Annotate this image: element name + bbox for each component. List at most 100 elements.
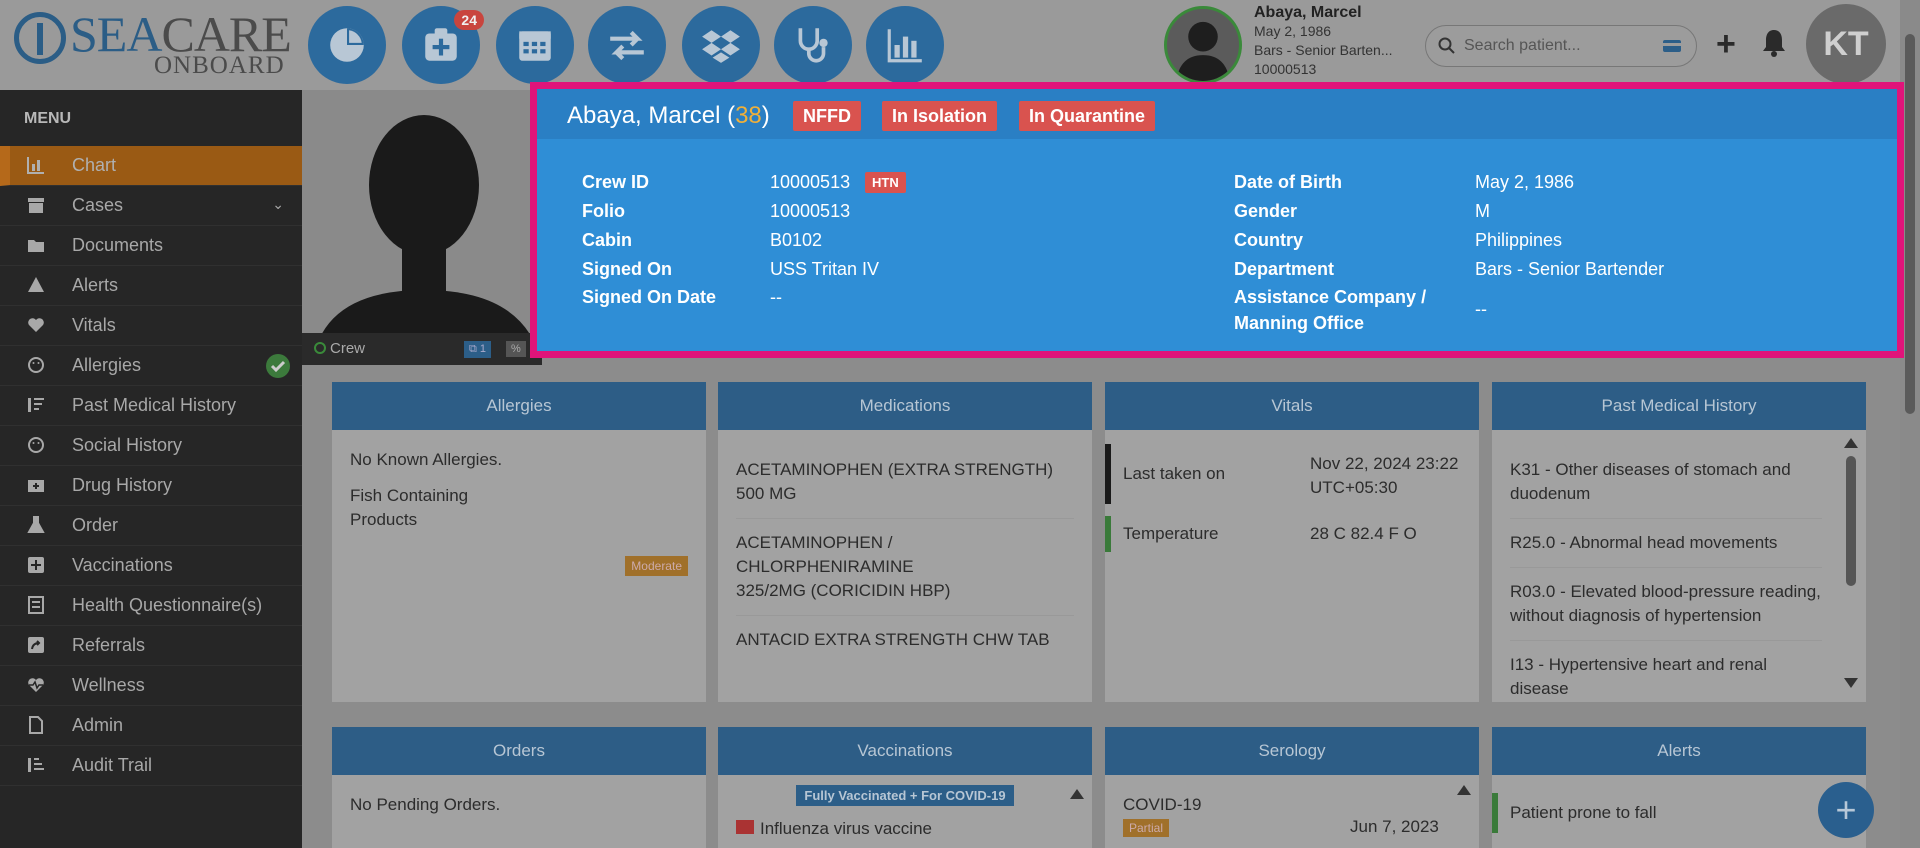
allergy-item[interactable]: Fish Containing Products (350, 484, 688, 532)
vaccine-item[interactable]: Influenza virus vaccine (736, 819, 1092, 839)
sidebar-item-audit-trail[interactable]: Audit Trail (0, 746, 302, 786)
serology-title[interactable]: Serology (1105, 727, 1479, 775)
medication-item[interactable]: ACETAMINOPHEN / CHLORPHENIRAMINE 325/2MG … (736, 519, 1074, 616)
sidebar-item-vitals[interactable]: Vitals (0, 306, 302, 346)
warning-icon (28, 277, 44, 292)
dropbox-button[interactable] (682, 6, 760, 84)
bell-icon[interactable] (1760, 28, 1788, 58)
sidebar-item-documents[interactable]: Documents (0, 226, 302, 266)
medication-item[interactable]: ACETAMINOPHEN (EXTRA STRENGTH) 500 MG (736, 458, 1074, 519)
card-scan-icon[interactable] (1662, 38, 1682, 54)
patient-avatar[interactable] (1164, 6, 1242, 84)
sidebar-item-label: Social History (72, 435, 183, 455)
sidebar-item-label: Health Questionnaire(s) (72, 595, 263, 615)
clinical-button[interactable] (774, 6, 852, 84)
alerts-title[interactable]: Alerts (1492, 727, 1866, 775)
sidebar-item-referrals[interactable]: Referrals (0, 626, 302, 666)
scroll-down-icon[interactable] (1844, 678, 1858, 688)
scrollbar-thumb[interactable] (1905, 34, 1915, 414)
signed-on-label: Signed On (582, 259, 672, 279)
patient-info[interactable]: Abaya, Marcel May 2, 1986 Bars - Senior … (1254, 3, 1414, 79)
chevron-down-icon[interactable]: ⌄ (272, 196, 284, 213)
transfer-button[interactable] (588, 6, 666, 84)
sidebar-item-label: Vaccinations (72, 555, 173, 575)
transfer-arrows-icon (610, 30, 644, 61)
seacare-logo[interactable]: SEACARE ONBOARD (14, 8, 294, 80)
vaccinations-title[interactable]: Vaccinations (718, 727, 1092, 775)
scroll-up-icon[interactable] (1457, 785, 1471, 795)
last-taken-value: Nov 22, 2024 23:22 UTC+05:30 (1310, 454, 1459, 497)
serology-date: Jun 7, 2023 (1350, 817, 1439, 836)
smiley-icon (28, 437, 44, 453)
sidebar-item-allergies[interactable]: Allergies (0, 346, 302, 386)
scrollbar-thumb[interactable] (1846, 456, 1856, 586)
allergies-title[interactable]: Allergies (332, 382, 706, 430)
add-floating-button[interactable]: + (1818, 782, 1874, 838)
pmh-scrollbar[interactable] (1844, 438, 1858, 688)
isolation-tag: In Isolation (882, 101, 998, 131)
pmh-title[interactable]: Past Medical History (1492, 382, 1866, 430)
person-silhouette-icon (1176, 21, 1230, 81)
sidebar-item-wellness[interactable]: Wellness (0, 666, 302, 706)
last-taken-label: Last taken on (1123, 464, 1226, 483)
sidebar-item-label: Chart (72, 155, 117, 175)
orders-title[interactable]: Orders (332, 727, 706, 775)
patient-dob: May 2, 1986 (1254, 23, 1332, 39)
count-badge[interactable]: ⧉ 1 (464, 341, 492, 358)
patient-photo[interactable] (302, 90, 542, 365)
department-label: Department (1234, 259, 1335, 279)
sidebar-item-chart[interactable]: Chart (0, 146, 302, 186)
reports-button[interactable] (866, 6, 944, 84)
heart-icon (28, 318, 44, 332)
pmh-item[interactable]: R03.0 - Elevated blood-pressure reading,… (1510, 568, 1822, 641)
medication-item[interactable]: ANTACID EXTRA STRENGTH CHW TAB (736, 616, 1074, 652)
patient-name: Abaya, Marcel (1254, 4, 1362, 21)
pmh-item[interactable]: K31 - Other diseases of stomach and duode… (1510, 458, 1822, 519)
search-patient-input[interactable]: Search patient... (1425, 25, 1697, 67)
status-dot-icon (314, 342, 326, 354)
folio-label: Folio (582, 201, 625, 221)
sidebar-item-health-questionnaires[interactable]: Health Questionnaire(s) (0, 586, 302, 626)
sidebar-item-vaccinations[interactable]: Vaccinations (0, 546, 302, 586)
medications-title[interactable]: Medications (718, 382, 1092, 430)
scroll-up-icon[interactable] (1070, 789, 1084, 799)
sidebar-item-label: Vitals (72, 315, 116, 335)
heartbeat-icon (28, 678, 44, 692)
menu-header: MENU (24, 110, 72, 127)
sidebar-item-alerts[interactable]: Alerts (0, 266, 302, 306)
user-avatar[interactable]: KT (1806, 4, 1886, 84)
quarantine-tag: In Quarantine (1019, 101, 1156, 131)
sidebar-item-label: Referrals (72, 635, 146, 655)
sidebar-item-drug-history[interactable]: Drug History (0, 466, 302, 506)
add-icon[interactable]: + (1716, 27, 1736, 61)
search-icon (1438, 37, 1455, 54)
sidebar-item-admin[interactable]: Admin (0, 706, 302, 746)
person-silhouette-icon (312, 115, 542, 365)
sidebar-item-order[interactable]: Order (0, 506, 302, 546)
sidebar-item-past-medical-history[interactable]: Past Medical History (0, 386, 302, 426)
pie-chart-icon (330, 28, 364, 62)
pmh-item[interactable]: R25.0 - Abnormal head movements (1510, 519, 1822, 568)
archive-icon (28, 198, 44, 213)
medications-card: Medications ACETAMINOPHEN (EXTRA STRENGT… (718, 382, 1092, 702)
sidebar-item-social-history[interactable]: Social History (0, 426, 302, 466)
no-known-allergies: No Known Allergies. (350, 450, 503, 469)
sidebar-item-cases[interactable]: Cases ⌄ (0, 186, 302, 226)
dashboard-button[interactable] (308, 6, 386, 84)
share-icon (28, 637, 44, 653)
search-placeholder: Search patient... (1464, 37, 1581, 54)
new-case-button[interactable]: 24 (402, 6, 484, 84)
serology-item[interactable]: COVID-19 (1123, 795, 1201, 815)
pmh-item[interactable]: I13 - Hypertensive heart and renal diseas… (1510, 641, 1822, 701)
medical-plus-icon (425, 28, 457, 61)
link-icon[interactable]: % (506, 341, 526, 357)
calendar-button[interactable] (496, 6, 574, 84)
scroll-up-icon[interactable] (1844, 438, 1858, 448)
sidebar-item-label: Cases (72, 195, 124, 215)
crew-id-value: 10000513 (770, 172, 851, 192)
vitals-title[interactable]: Vitals (1105, 382, 1479, 430)
orders-card: Orders No Pending Orders. (332, 727, 706, 848)
sidebar-item-label: Order (72, 515, 119, 535)
patient-summary-header: Abaya, Marcel (38) NFFD In Isolation In … (537, 89, 1897, 139)
alert-item[interactable]: Patient prone to fall (1510, 803, 1656, 823)
